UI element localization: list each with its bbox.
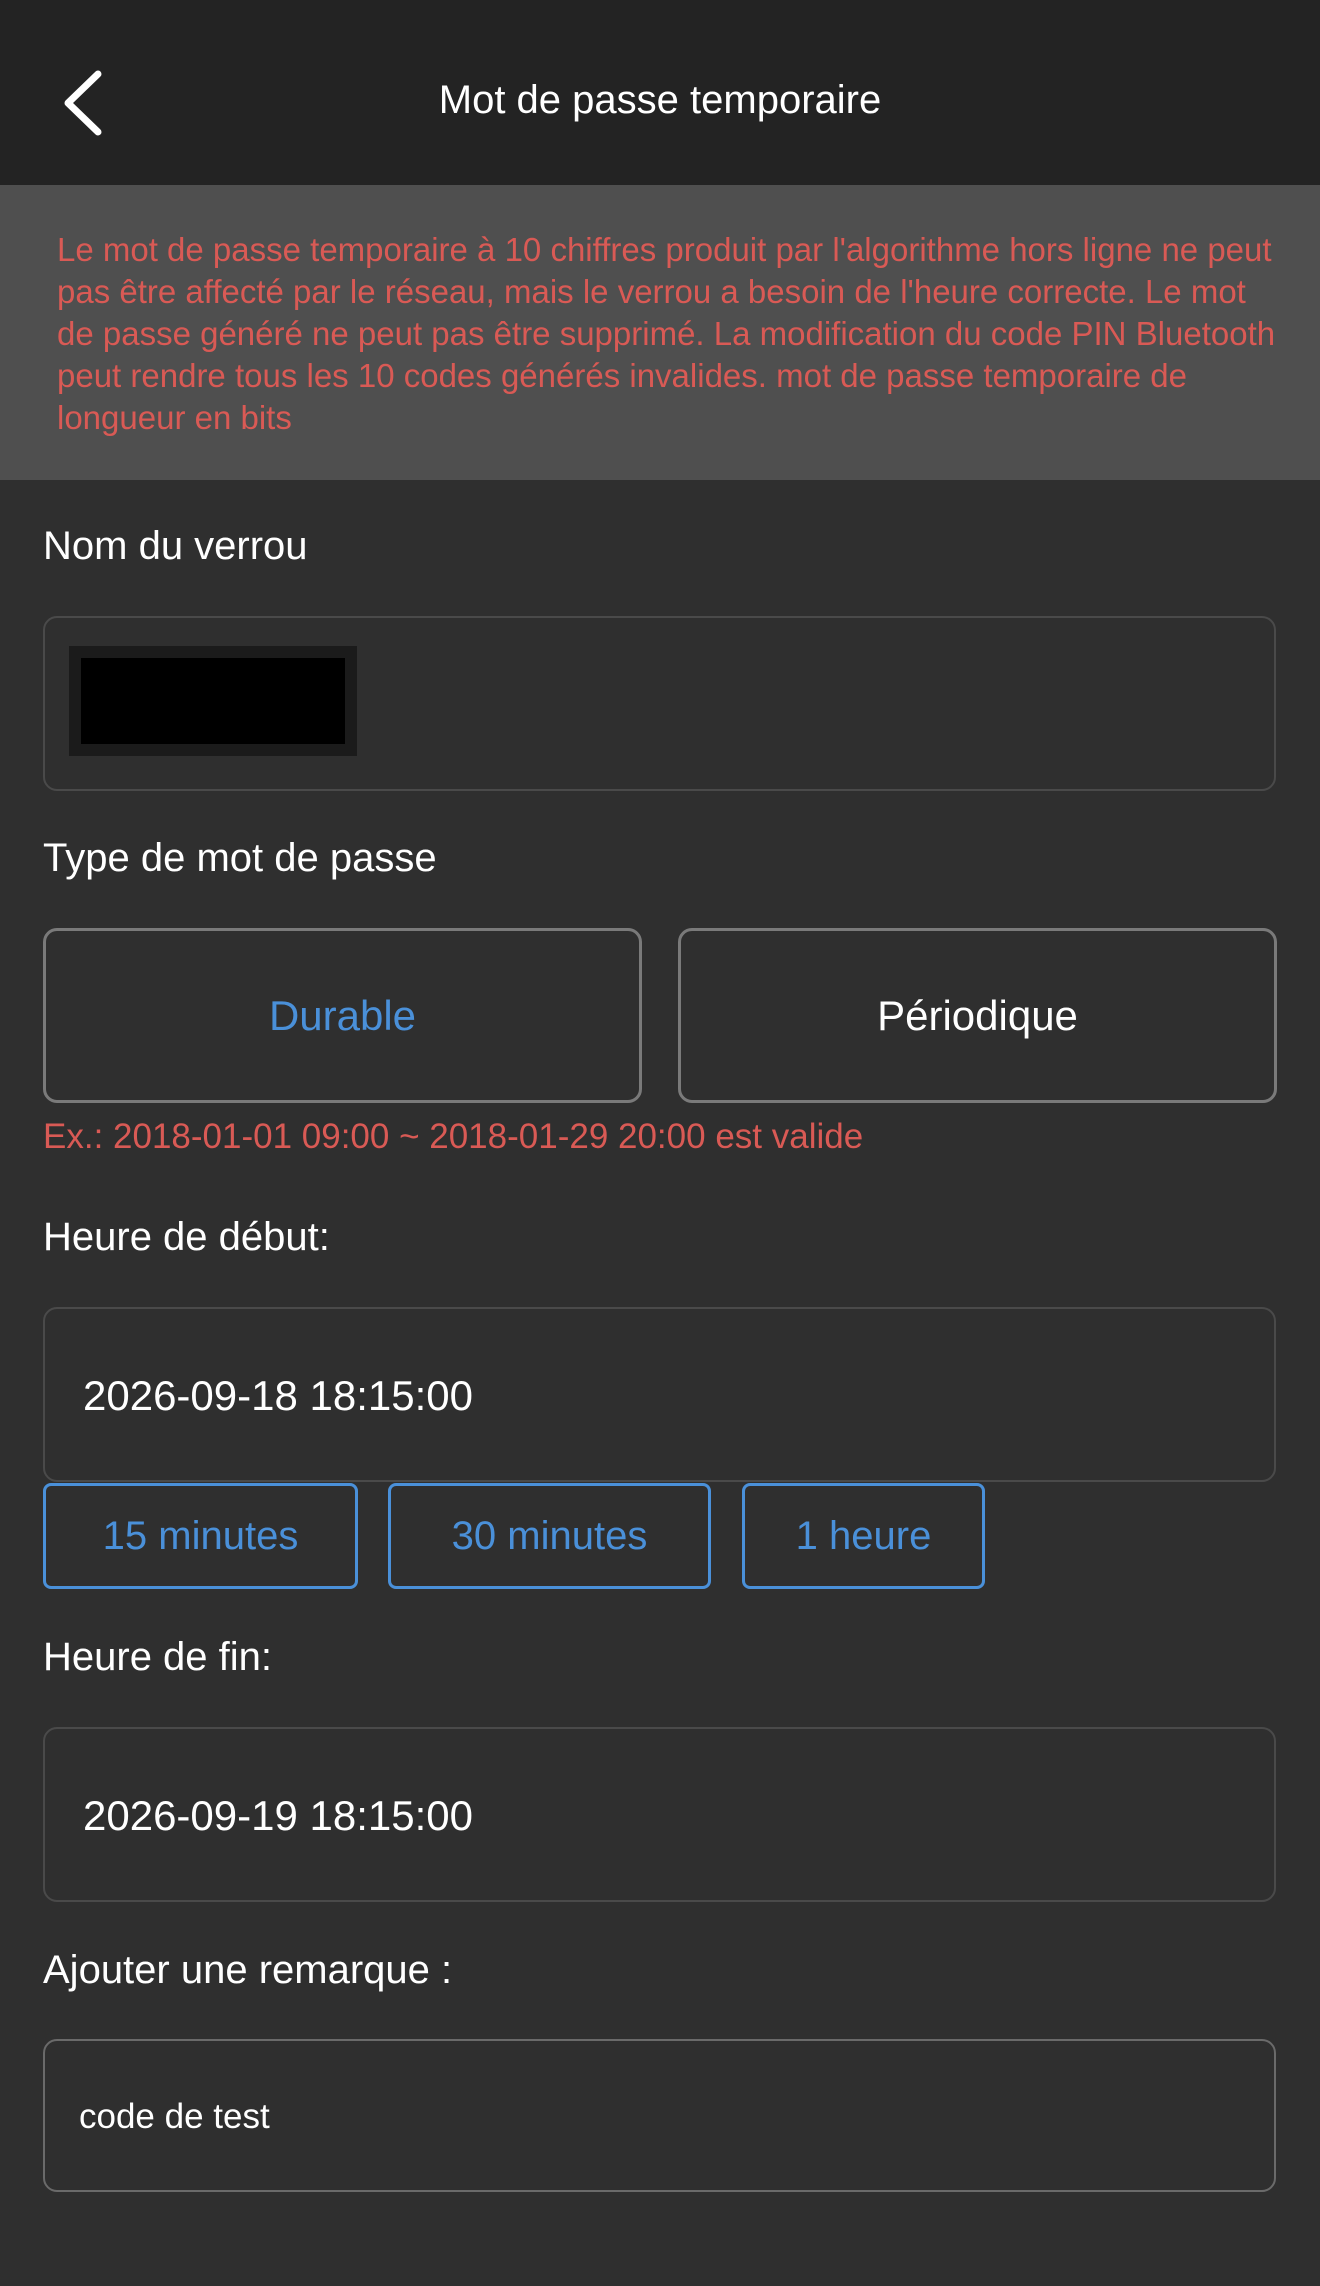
start-time-value: 2026-09-18 18:15:00 [83, 1372, 473, 1419]
quick-1-hour-button[interactable]: 1 heure [742, 1483, 985, 1589]
top-navigation-bar: Mot de passe temporaire [0, 0, 1320, 185]
type-durable-button[interactable]: Durable [43, 928, 642, 1103]
remark-field [43, 2039, 1276, 2192]
redaction-box [81, 658, 345, 744]
lock-name-label: Nom du verrou [43, 524, 308, 568]
end-time-field[interactable]: 2026-09-19 18:15:00 [43, 1727, 1276, 1902]
warning-notice-text: Le mot de passe temporaire à 10 chiffres… [57, 231, 1276, 436]
quick-30-minutes-button[interactable]: 30 minutes [388, 1483, 711, 1589]
end-time-label: Heure de fin: [43, 1635, 273, 1679]
page-title: Mot de passe temporaire [438, 78, 882, 122]
start-time-label: Heure de début: [43, 1215, 330, 1259]
type-periodic-button[interactable]: Périodique [678, 928, 1277, 1103]
warning-notice: Le mot de passe temporaire à 10 chiffres… [0, 185, 1320, 480]
remark-label: Ajouter une remarque : [43, 1948, 453, 1992]
validity-example-hint: Ex.: 2018-01-01 09:00 ~ 2018-01-29 20:00… [43, 1117, 864, 1156]
start-time-field[interactable]: 2026-09-18 18:15:00 [43, 1307, 1276, 1482]
redacted-lock-name [69, 646, 357, 756]
lock-name-field [43, 616, 1276, 791]
quick-15-minutes-button[interactable]: 15 minutes [43, 1483, 358, 1589]
end-time-value: 2026-09-19 18:15:00 [83, 1792, 473, 1839]
password-type-label: Type de mot de passe [43, 836, 437, 880]
remark-input[interactable] [79, 2089, 1229, 2145]
